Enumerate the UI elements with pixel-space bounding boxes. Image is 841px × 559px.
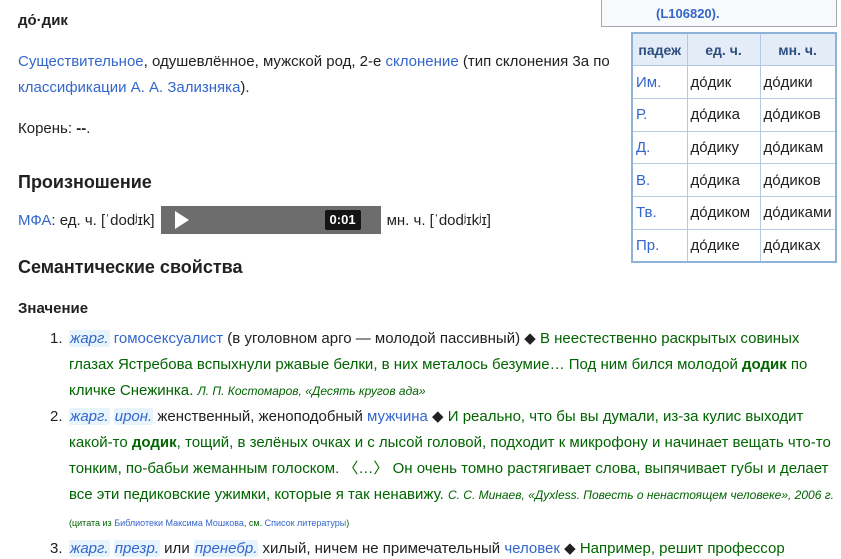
definition-link[interactable]: гомосексуалист bbox=[114, 330, 223, 347]
definition-link[interactable]: мужчина bbox=[367, 408, 428, 425]
table-row: Им. до́дик до́дики bbox=[631, 65, 837, 99]
case-link[interactable]: Тв. bbox=[631, 195, 688, 230]
definition-link[interactable]: человек bbox=[504, 540, 560, 557]
form-singular: до́дике bbox=[686, 228, 761, 263]
form-singular: до́диком bbox=[686, 195, 761, 230]
example-source: Л. П. Костомаров, «Десять кругов ада» bbox=[197, 384, 426, 398]
pronunciation-line: МФА: ед. ч. [ˈdodʲɪk] 0:01 мн. ч. [ˈdodʲ… bbox=[18, 206, 491, 234]
header-singular: ед. ч. bbox=[686, 32, 761, 67]
list-item: 3. жарг. презр. или пренебр. хилый, ниче… bbox=[50, 540, 785, 557]
header-case: падеж bbox=[631, 32, 688, 67]
form-plural: до́диками bbox=[759, 195, 837, 230]
bibliography-link[interactable]: Список литературы bbox=[265, 518, 347, 528]
form-plural: до́дики bbox=[759, 65, 837, 99]
form-singular: до́дику bbox=[686, 130, 761, 165]
morphology-info: Существительное, одушевлённое, мужской р… bbox=[18, 53, 610, 96]
pronunciation-heading: Произношение bbox=[18, 172, 152, 192]
list-item: 2. жарг. ирон. женственный, женоподобный… bbox=[50, 408, 834, 528]
headword: до́·дик bbox=[18, 12, 68, 29]
audio-player[interactable]: 0:01 bbox=[160, 206, 381, 234]
case-link[interactable]: Им. bbox=[631, 65, 688, 99]
case-link[interactable]: Д. bbox=[631, 130, 688, 165]
tag-contempt[interactable]: презр. bbox=[113, 540, 161, 557]
table-row: Д. до́дику до́дикам bbox=[631, 130, 837, 165]
table-row: Тв. до́диком до́диками bbox=[631, 195, 837, 230]
audio-time: 0:01 bbox=[324, 210, 361, 230]
tag-jargon[interactable]: жарг. bbox=[69, 540, 110, 557]
senses-list: 1. жарг. гомосексуалист (в уголовном арг… bbox=[50, 326, 841, 559]
header-plural: мн. ч. bbox=[759, 32, 837, 67]
form-singular: до́дика bbox=[686, 163, 761, 197]
tag-jargon[interactable]: жарг. bbox=[69, 330, 110, 347]
table-row: Пр. до́дике до́диках bbox=[631, 228, 837, 263]
form-singular: до́дик bbox=[686, 65, 761, 99]
tag-dismissive[interactable]: пренебр. bbox=[193, 540, 259, 557]
moshkov-library-link[interactable]: Библиотеки Максима Мошкова bbox=[114, 518, 244, 528]
form-plural: до́дикам bbox=[759, 130, 837, 165]
table-row: В. до́дика до́диков bbox=[631, 163, 837, 197]
table-row: Р. до́дика до́диков bbox=[631, 97, 837, 132]
meaning-heading: Значение bbox=[18, 300, 89, 317]
citation-note: (цитата из Библиотеки Максима Мошкова, с… bbox=[69, 518, 350, 528]
play-icon[interactable] bbox=[174, 211, 189, 229]
case-link[interactable]: В. bbox=[631, 163, 688, 197]
case-link[interactable]: Р. bbox=[631, 97, 688, 132]
ipa-plural: мн. ч. [ˈdodʲɪkʲɪ] bbox=[386, 211, 491, 229]
tag-jargon[interactable]: жарг. bbox=[69, 408, 110, 425]
top-info-box: (L106820). bbox=[601, 0, 837, 27]
root-info: Корень: --. bbox=[18, 120, 91, 137]
ipa-singular: : ед. ч. [ˈdodʲɪk] bbox=[51, 211, 155, 229]
pos-link[interactable]: Существительное bbox=[18, 53, 144, 70]
example-source: С. С. Минаев, «Дyxless. Повесть о ненаст… bbox=[447, 488, 834, 502]
list-item: 1. жарг. гомосексуалист (в уголовном арг… bbox=[50, 330, 808, 399]
form-plural: до́диков bbox=[759, 97, 837, 132]
form-singular: до́дика bbox=[686, 97, 761, 132]
reference-link[interactable]: (L106820). bbox=[656, 6, 720, 21]
zaliznyak-classification-link[interactable]: классификации А. А. Зализняка bbox=[18, 79, 240, 96]
tag-ironic[interactable]: ирон. bbox=[113, 408, 154, 425]
example-text: Например, решит профессор bbox=[579, 540, 785, 557]
declension-link[interactable]: склонение bbox=[386, 53, 459, 70]
semantics-heading: Семантические свойства bbox=[18, 257, 243, 277]
ipa-link[interactable]: МФА bbox=[18, 212, 51, 229]
form-plural: до́диках bbox=[759, 228, 837, 263]
declension-table: падеж ед. ч. мн. ч. Им. до́дик до́дики Р… bbox=[631, 32, 837, 263]
form-plural: до́диков bbox=[759, 163, 837, 197]
case-link[interactable]: Пр. bbox=[631, 228, 688, 263]
